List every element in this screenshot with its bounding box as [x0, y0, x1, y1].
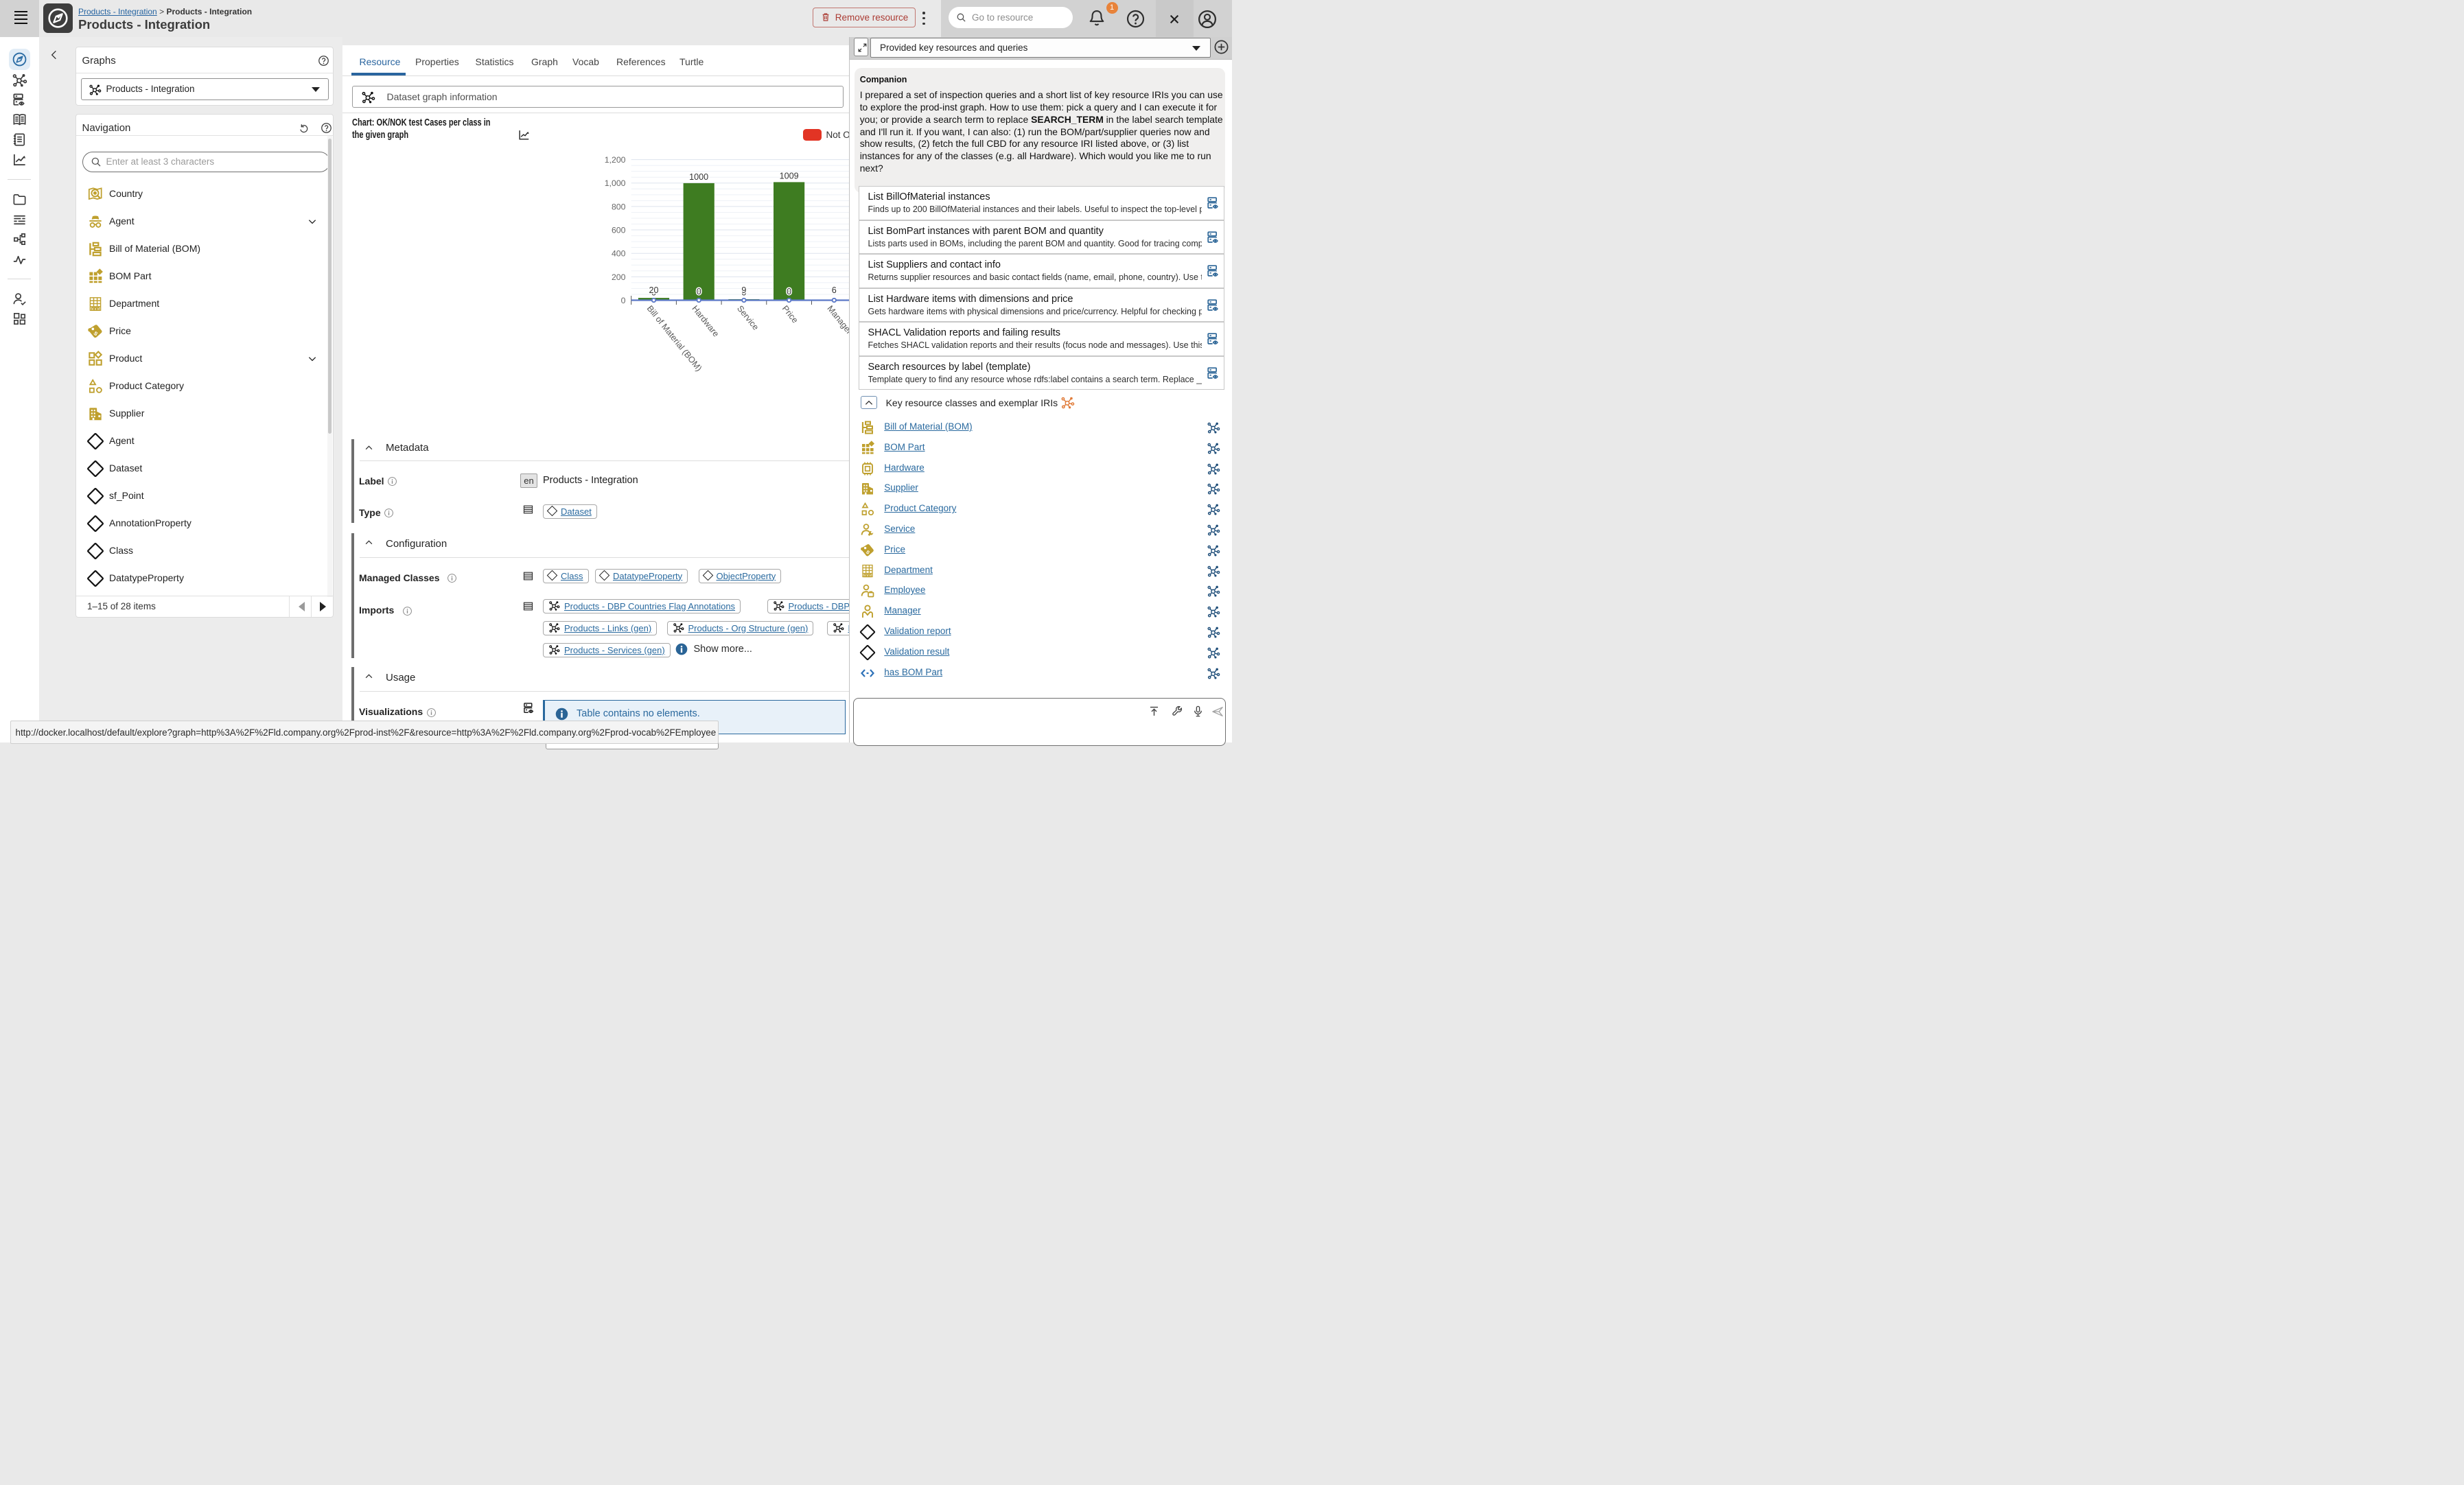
svg-text:200: 200	[611, 272, 625, 282]
svg-text:9: 9	[741, 285, 746, 295]
svg-text:1,200: 1,200	[604, 155, 625, 165]
svg-text:1009: 1009	[779, 172, 798, 181]
svg-text:800: 800	[611, 202, 625, 211]
svg-text:Hardware: Hardware	[690, 304, 721, 339]
svg-text:400: 400	[611, 249, 625, 259]
svg-text:1,000: 1,000	[604, 178, 625, 188]
svg-text:20: 20	[649, 285, 658, 295]
svg-text:0: 0	[787, 287, 791, 296]
svg-text:600: 600	[611, 226, 625, 235]
svg-text:0: 0	[620, 296, 625, 305]
svg-text:6: 6	[831, 285, 836, 295]
svg-text:Price: Price	[780, 304, 800, 325]
svg-text:1000: 1000	[689, 172, 708, 182]
svg-text:Service: Service	[735, 304, 760, 332]
svg-text:0: 0	[696, 287, 701, 296]
